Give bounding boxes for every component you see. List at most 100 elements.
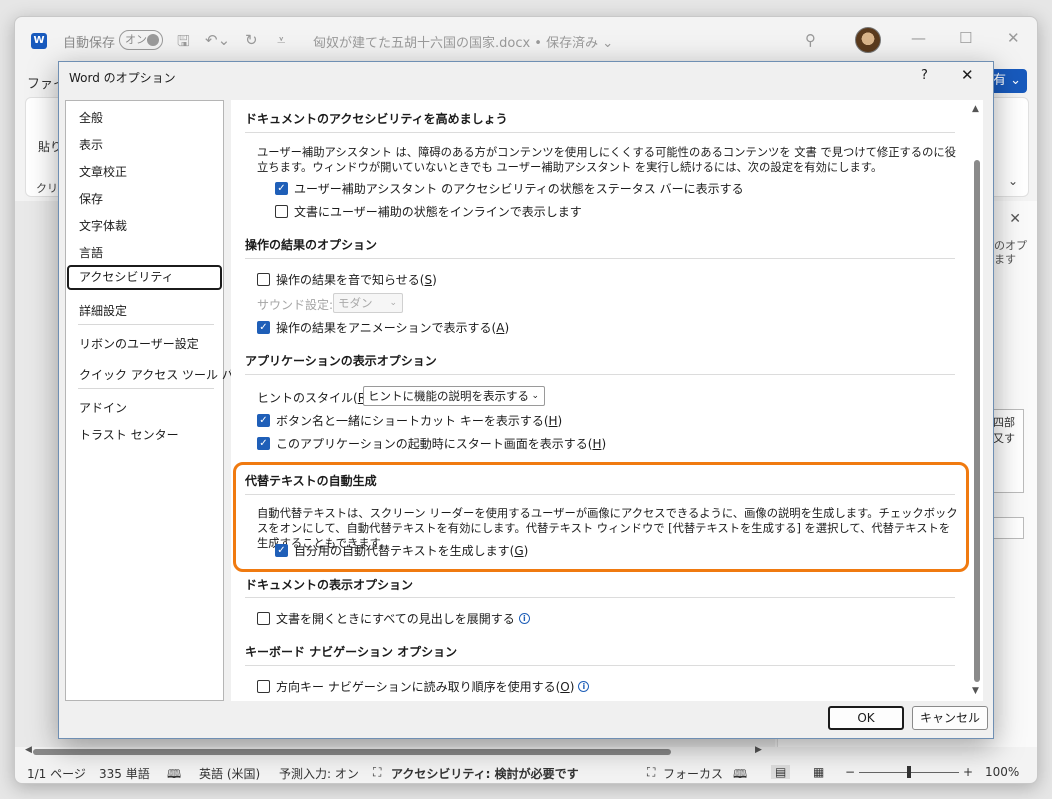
sound-setting-value: モダン [338,296,373,310]
undo-icon[interactable]: ↶⌄ [205,31,230,49]
nav-item-language[interactable]: 言語 [79,244,103,261]
options-content: ドキュメントのアクセシビリティを高めましょう ユーザー補助アシスタント は、障碍… [231,100,983,701]
web-layout-icon[interactable]: ▦ [813,765,824,779]
tooltip-style-select[interactable]: ヒントに機能の説明を表示する ⌄ [363,386,545,406]
zoom-in-button[interactable]: + [963,765,973,779]
opt-expand-headings[interactable]: 文書を開くときにすべての見出しを展開する i [257,610,530,627]
section-divider [245,665,955,666]
tooltip-style-label: ヒントのスタイル(R): [257,390,375,406]
nav-divider [78,388,214,389]
sound-setting-select: モダン ⌄ [333,293,403,313]
read-mode-icon[interactable]: 🕮 [733,765,747,783]
pane-input[interactable] [990,517,1024,539]
nav-item-proofing[interactable]: 文章校正 [79,163,127,180]
zoom-slider-thumb[interactable] [907,766,911,778]
status-bar: 1/1 ページ 335 単語 🕮 英語 (米国) 予測入力: オン ⛶ アクセシ… [15,759,1037,783]
opt-start-screen[interactable]: ✓ このアプリケーションの起動時にスタート画面を表示する(H) [257,435,606,452]
chevron-down-icon: ⌄ [531,391,539,401]
nav-item-save[interactable]: 保存 [79,190,103,207]
pane-textbox[interactable]: 四部 又す [990,409,1024,493]
pane-text: のオプ ます [994,239,1027,266]
opt-feedback-sound[interactable]: 操作の結果を音で知らせる(S) [257,271,437,288]
content-scrollbar[interactable]: ▲ ▼ [969,100,985,701]
page-count[interactable]: 1/1 ページ [27,765,86,782]
section-header-feedback: 操作の結果のオプション [245,238,378,252]
opt-feedback-animation[interactable]: ✓ 操作の結果をアニメーションで表示する(A) [257,319,509,336]
nav-item-typography[interactable]: 文字体裁 [79,217,127,234]
opt-inline-status[interactable]: 文書にユーザー補助の状態をインラインで表示します [275,203,582,220]
opt-arrow-reading-order[interactable]: 方向キー ナビゲーションに読み取り順序を使用する(O) i [257,678,590,695]
autosave-toggle[interactable]: オン [119,30,163,50]
info-icon[interactable]: i [518,613,530,624]
maximize-button[interactable]: ☐ [959,29,972,47]
doc-accessibility-description: ユーザー補助アシスタント は、障碍のある方がコンテンツを使用しにくくする可能性の… [257,146,956,174]
dialog-close-button[interactable]: ✕ [961,66,974,84]
section-divider [245,258,955,259]
focus-icon[interactable]: ⛶ [647,765,655,780]
section-header-doc-display: ドキュメントの表示オプション [245,578,414,592]
checkbox-expand-headings[interactable] [257,612,270,625]
checkbox-status-bar[interactable]: ✓ [275,182,288,195]
opt-show-shortcut-label: ボタン名と一緒にショートカット キーを表示する(H) [276,414,563,428]
opt-show-shortcut[interactable]: ✓ ボタン名と一緒にショートカット キーを表示する(H) [257,412,562,429]
opt-expand-headings-label: 文書を開くときにすべての見出しを展開する [276,612,515,626]
nav-item-customize-ribbon[interactable]: リボンのユーザー設定 [79,335,199,352]
nav-item-general[interactable]: 全般 [79,109,103,126]
nav-item-advanced[interactable]: 詳細設定 [79,302,127,319]
ribbon-collapse-icon[interactable]: ⌄ [1008,174,1018,188]
tooltip-style-value: ヒントに機能の説明を表示する [368,389,529,403]
avatar[interactable] [855,27,881,53]
scroll-thumb[interactable] [33,749,671,755]
help-button[interactable]: ? [921,68,928,83]
accessibility-status[interactable]: アクセシビリティ: 検討が必要です [391,765,579,782]
prediction-status[interactable]: 予測入力: オン [279,765,359,782]
word-count[interactable]: 335 単語 [99,765,150,782]
scroll-down-icon[interactable]: ▼ [972,686,979,696]
info-icon[interactable]: i [578,681,590,692]
pane-close-icon[interactable]: ✕ [1009,211,1021,227]
accessibility-icon[interactable]: ⛶ [373,765,381,780]
checkbox-inline-status[interactable] [275,205,288,218]
zoom-out-button[interactable]: − [845,765,855,779]
checkbox-feedback-animation[interactable]: ✓ [257,321,270,334]
horizontal-scrollbar[interactable]: ◀ ▶ [25,745,765,757]
scroll-up-icon[interactable]: ▲ [972,104,979,114]
customize-qat-icon[interactable]: ⩡ [277,31,285,49]
opt-status-bar-label: ユーザー補助アシスタント のアクセシビリティの状態をステータス バーに表示する [294,182,744,196]
checkbox-feedback-sound[interactable] [257,273,270,286]
nav-item-addins[interactable]: アドイン [79,399,127,416]
section-header-app-display: アプリケーションの表示オプション [245,354,437,368]
alt-text-highlight [233,462,969,572]
save-icon[interactable]: 🖫 [177,31,190,56]
focus-button[interactable]: フォーカス [663,765,723,782]
language-status[interactable]: 英語 (米国) [199,765,260,782]
print-layout-icon[interactable]: ▤ [771,765,791,779]
toggle-knob [147,34,159,46]
scroll-right-icon[interactable]: ▶ [755,745,762,755]
nav-item-accessibility[interactable]: アクセシビリティ [67,265,222,290]
search-icon[interactable]: ⚲ [805,31,816,49]
scroll-left-icon[interactable]: ◀ [25,745,32,755]
nav-item-quick-access-toolbar[interactable]: クイック アクセス ツール バー [79,366,246,383]
autosave-label: 自動保存 [63,36,116,51]
document-title[interactable]: 匈奴が建てた五胡十六国の国家.docx • 保存済み ⌄ [313,32,613,51]
proofing-icon[interactable]: 🕮 [167,765,181,783]
content-scroll-thumb[interactable] [974,160,980,682]
section-divider [245,374,955,375]
cancel-button[interactable]: キャンセル [912,706,988,730]
nav-item-display[interactable]: 表示 [79,136,103,153]
redo-icon[interactable]: ↻ [245,31,258,49]
checkbox-show-shortcut[interactable]: ✓ [257,414,270,427]
ok-button[interactable]: OK [828,706,904,730]
checkbox-arrow-reading-order[interactable] [257,680,270,693]
options-nav: 全般 表示 文章校正 保存 文字体裁 言語 アクセシビリティ 詳細設定 リボンの… [65,100,246,701]
checkbox-start-screen[interactable]: ✓ [257,437,270,450]
minimize-button[interactable]: — [911,29,926,47]
word-logo-icon: W [31,33,47,49]
sound-setting-label: サウンド設定: [257,298,334,312]
nav-item-trust-center[interactable]: トラスト センター [79,426,179,443]
opt-status-bar[interactable]: ✓ ユーザー補助アシスタント のアクセシビリティの状態をステータス バーに表示す… [275,180,744,197]
zoom-level[interactable]: 100% [985,765,1019,779]
opt-feedback-sound-label: 操作の結果を音で知らせる(S) [276,273,437,287]
window-close-button[interactable]: ✕ [1007,29,1020,47]
